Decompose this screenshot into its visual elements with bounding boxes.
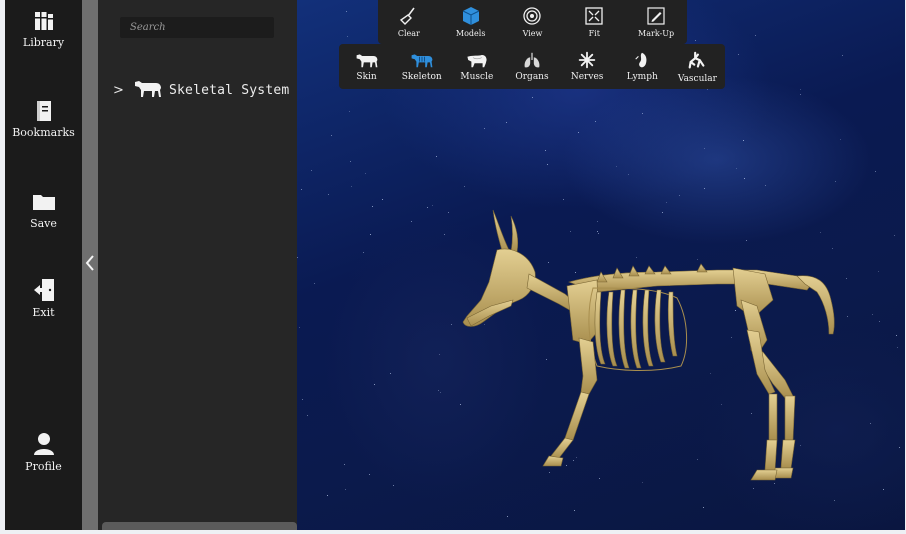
sidebar-item-save[interactable]: Save [5, 191, 82, 230]
layers-toolbar: Skin Skeleton Muscle Organs Nerves Lymph… [339, 44, 725, 89]
tool-label: Muscle [460, 72, 494, 82]
user-icon [33, 432, 55, 456]
sidebar-item-profile[interactable]: Profile [5, 432, 82, 473]
cow-skin-icon [355, 51, 379, 69]
layer-nerves-button[interactable]: Nerves [560, 51, 615, 82]
sidebar-item-library[interactable]: Library [5, 10, 82, 49]
tool-label: Skeleton [401, 72, 442, 82]
view-button[interactable]: View [504, 6, 560, 38]
library-icon [33, 10, 55, 32]
horizontal-scrollbar[interactable] [102, 522, 297, 530]
folder-icon [32, 191, 56, 213]
exit-icon [32, 278, 56, 302]
layer-organs-button[interactable]: Organs [504, 51, 559, 82]
sidebar-item-label: Save [30, 217, 57, 230]
expand-icon [584, 6, 604, 26]
broom-icon [399, 6, 419, 26]
layer-skin-button[interactable]: Skin [339, 51, 394, 82]
tool-label: Organs [515, 72, 549, 82]
cow-icon [133, 78, 163, 102]
tool-label: View [522, 29, 543, 38]
models-button[interactable]: Models [443, 6, 499, 38]
layer-lymph-button[interactable]: Lymph [615, 51, 670, 82]
target-icon [522, 6, 542, 26]
tool-label: Fit [588, 29, 600, 38]
chevron-right-icon[interactable]: > [113, 83, 133, 98]
layer-muscle-button[interactable]: Muscle [449, 51, 504, 82]
panel-collapse-handle[interactable] [82, 0, 98, 530]
tool-label: Lymph [626, 72, 658, 82]
lymph-icon [632, 51, 652, 69]
bookmark-icon [33, 100, 55, 122]
sidebar-item-bookmarks[interactable]: Bookmarks [5, 100, 82, 139]
tree-item-label: Skeletal System [169, 82, 290, 98]
cow-skeleton-icon [410, 51, 434, 69]
tool-label: Models [455, 29, 486, 38]
sidebar-item-exit[interactable]: Exit [5, 278, 82, 319]
tool-label: Skin [356, 72, 377, 82]
view-toolbar: Clear Models View Fit Mark-Up [378, 0, 687, 44]
tree-item-skeletal-system[interactable]: > Skeletal System [113, 78, 289, 102]
lungs-icon [521, 51, 543, 69]
chevron-left-icon [85, 255, 95, 275]
tool-label: Nerves [570, 72, 604, 82]
sidebar-item-label: Bookmarks [12, 126, 75, 139]
sidebar-item-label: Profile [25, 460, 62, 473]
clear-button[interactable]: Clear [381, 6, 437, 38]
vascular-icon [686, 51, 708, 71]
layer-vascular-button[interactable]: Vascular [670, 51, 725, 84]
tool-label: Mark-Up [638, 29, 675, 38]
search-input[interactable] [120, 17, 274, 38]
app-frame: Library Bookmarks Save Exit Profile Sear… [5, 0, 905, 530]
fit-button[interactable]: Fit [566, 6, 622, 38]
tool-label: Clear [397, 29, 420, 38]
mark-up-button[interactable]: Mark-Up [628, 6, 684, 38]
pen-icon [646, 6, 666, 26]
tool-label: Vascular [677, 74, 717, 84]
cube-icon [461, 6, 481, 26]
layer-skeleton-button[interactable]: Skeleton [394, 51, 449, 82]
sidebar-item-label: Library [22, 36, 65, 49]
muscle-icon [465, 51, 489, 69]
sidebar-item-label: Exit [32, 306, 55, 319]
sidebar: Library Bookmarks Save Exit Profile [5, 0, 82, 530]
nerves-icon [576, 51, 598, 69]
model-tree-panel: > Skeletal System [98, 0, 297, 530]
